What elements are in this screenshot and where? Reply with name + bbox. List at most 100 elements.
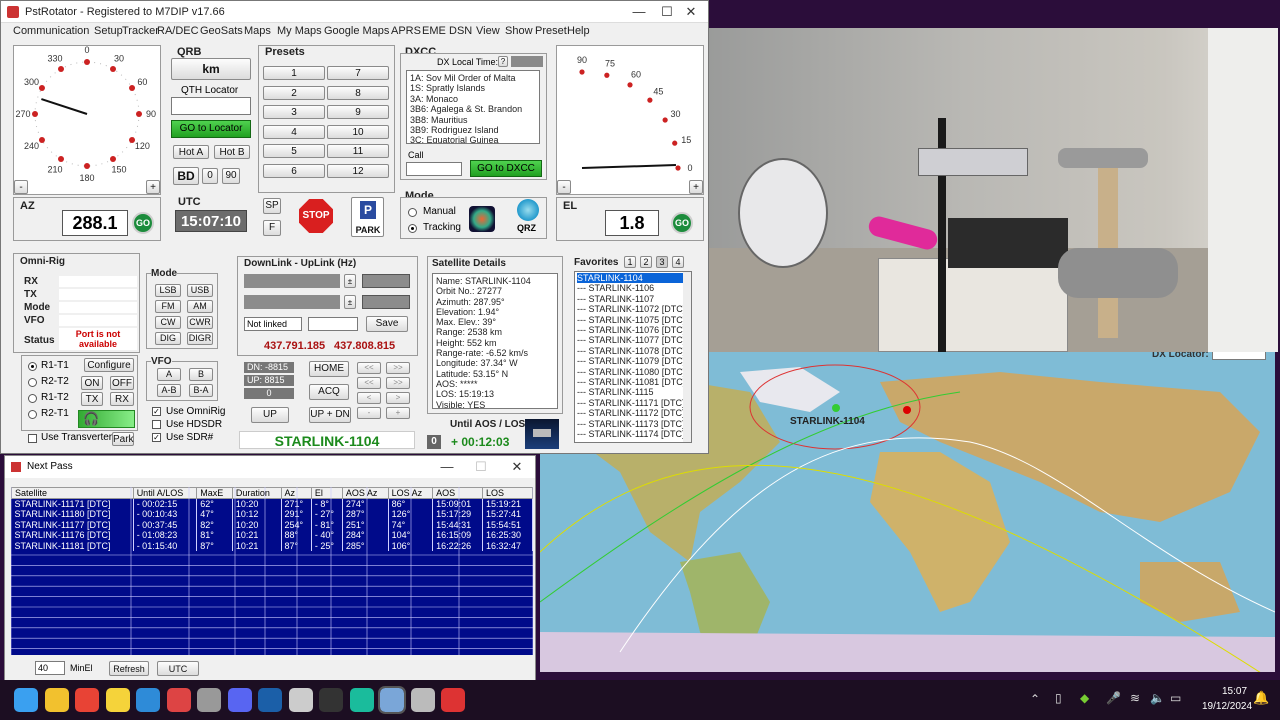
bd-0-button[interactable]: 0	[202, 168, 218, 184]
preset-3-button[interactable]: 3	[263, 105, 325, 119]
uplink-mode-select[interactable]	[362, 295, 410, 309]
favorites-item[interactable]: --- STARLINK-11072 [DTC]	[577, 304, 689, 314]
favorites-item[interactable]: --- STARLINK-11173 [DTC]	[577, 419, 689, 429]
arrow-pad-button[interactable]: <	[357, 392, 381, 404]
stop-button[interactable]: STOP	[299, 199, 333, 233]
mode-lsb-button[interactable]: LSB	[155, 284, 181, 297]
menu-aprs[interactable]: APRS	[391, 25, 421, 37]
clock-date[interactable]: 19/12/2024	[1202, 701, 1252, 712]
tray-chevron-icon[interactable]: ⌃	[1030, 692, 1040, 706]
utc-button[interactable]: UTC	[157, 661, 199, 676]
f-button[interactable]: F	[263, 220, 281, 236]
arrow-pad-button[interactable]: +	[386, 407, 410, 419]
use-sdr-checkbox[interactable]: ✓	[152, 433, 161, 442]
el-dial-plus[interactable]: +	[689, 180, 703, 194]
manual-radio[interactable]	[408, 208, 417, 217]
link-type-select[interactable]	[308, 317, 358, 331]
menu-show[interactable]: Show	[505, 25, 533, 37]
menu-geosats[interactable]: GeoSats	[200, 25, 243, 37]
dxcc-item[interactable]: 1A: Sov Mil Order of Malta	[410, 73, 536, 83]
up-dn-button[interactable]: UP + DN	[309, 407, 351, 423]
preset-10-button[interactable]: 10	[327, 124, 389, 139]
dx-time-help-button[interactable]: ?	[498, 56, 508, 67]
tray-usb-icon[interactable]: ▯	[1055, 691, 1062, 705]
rig-park-button[interactable]: Park	[112, 432, 134, 446]
battery-icon[interactable]: ▭	[1170, 691, 1181, 705]
vfo-b-a-button[interactable]: B-A	[189, 384, 213, 397]
preset-8-button[interactable]: 8	[327, 85, 389, 100]
notes-icon[interactable]	[105, 688, 130, 712]
app-icon-red[interactable]	[166, 688, 191, 712]
favorites-item[interactable]: --- STARLINK-11078 [DTC]	[577, 346, 689, 356]
sp-button[interactable]: SP	[263, 198, 281, 214]
favorites-item[interactable]: --- STARLINK-1115	[577, 387, 689, 397]
preset-2-button[interactable]: 2	[263, 85, 325, 100]
notification-bell-icon[interactable]: 🔔	[1253, 690, 1269, 706]
park-button[interactable]: P PARK	[351, 197, 384, 237]
rig-r1-t2-radio[interactable]	[28, 394, 37, 403]
menu-preset[interactable]: Preset	[535, 25, 567, 37]
dxcc-item[interactable]: 3A: Monaco	[410, 94, 536, 104]
favorites-item[interactable]: --- STARLINK-11174 [DTC]	[577, 429, 689, 439]
tray-app-icon[interactable]: ◆	[1080, 691, 1089, 705]
preset-7-button[interactable]: 7	[327, 66, 389, 80]
favorites-item[interactable]: --- STARLINK-11079 [DTC]	[577, 356, 689, 366]
minel-input[interactable]: 40	[35, 661, 65, 675]
dx-locator-field[interactable]	[1212, 352, 1266, 360]
rx-button[interactable]: RX	[110, 392, 134, 406]
monitor-icon[interactable]	[441, 688, 465, 712]
close-icon[interactable]: ✕	[677, 4, 705, 20]
favorites-tab-3[interactable]: 3	[656, 256, 668, 268]
dxcc-item[interactable]: 1S: Spratly Islands	[410, 83, 536, 93]
favorites-item[interactable]: --- STARLINK-11081 [DTC]	[577, 377, 689, 387]
preset-5-button[interactable]: 5	[263, 144, 325, 158]
favorites-item[interactable]: --- STARLINK-11075 [DTC]	[577, 315, 689, 325]
browser-icon[interactable]	[136, 688, 160, 712]
arrow-pad-button[interactable]: -	[357, 407, 381, 419]
minimize-icon[interactable]: —	[625, 4, 653, 20]
favorites-item[interactable]: --- STARLINK-11077 [DTC]	[577, 335, 689, 345]
preset-11-button[interactable]: 11	[327, 144, 389, 158]
arrow-pad-button[interactable]: >	[386, 392, 410, 404]
hot-b-button[interactable]: Hot B	[214, 145, 250, 159]
tray-mic-icon[interactable]: 🎤	[1106, 691, 1121, 705]
el-dial-minus[interactable]: -	[557, 180, 571, 194]
uplink-step[interactable]: ±	[344, 295, 356, 309]
menu-communication[interactable]: Communication	[13, 25, 89, 37]
vfo-b-button[interactable]: B	[189, 368, 213, 381]
rig-r1-t1-radio[interactable]	[28, 362, 37, 371]
mode-am-button[interactable]: AM	[187, 300, 213, 313]
configure-button[interactable]: Configure	[84, 358, 134, 372]
dxcc-item[interactable]: 3B8: Mauritius	[410, 115, 536, 125]
acq-button[interactable]: ACQ	[309, 384, 349, 400]
favorites-tab-4[interactable]: 4	[672, 256, 684, 268]
uplink-freq-field[interactable]	[244, 295, 340, 309]
menu-ra-dec[interactable]: RA/DEC	[157, 25, 199, 37]
qth-locator-input[interactable]	[171, 97, 251, 115]
link-mode-select[interactable]: Not linked	[244, 317, 302, 331]
discord-icon[interactable]	[227, 688, 252, 712]
globe-icon[interactable]	[469, 206, 495, 232]
preset-1-button[interactable]: 1	[263, 66, 325, 80]
qrz-icon[interactable]: QRZ	[513, 199, 543, 237]
az-go-button[interactable]: GO	[132, 212, 154, 234]
bd-90-button[interactable]: 90	[222, 168, 240, 184]
mode-dig-button[interactable]: DIG	[155, 332, 181, 345]
volume-icon[interactable]: 🔈	[1150, 691, 1165, 705]
refresh-button[interactable]: Refresh	[109, 661, 149, 676]
menu-maps[interactable]: Maps	[244, 25, 271, 37]
rig-r2-t1-radio[interactable]	[28, 410, 37, 419]
tracking-radio[interactable]	[408, 224, 417, 233]
mode-digr-button[interactable]: DIGR	[187, 332, 213, 345]
mode-cwr-button[interactable]: CWR	[187, 316, 213, 329]
call-input[interactable]	[406, 162, 462, 176]
favorites-item[interactable]: --- STARLINK-11076 [DTC]	[577, 325, 689, 335]
vfo-a-b-button[interactable]: A-B	[157, 384, 181, 397]
menu-help[interactable]: Help	[567, 25, 590, 37]
az-dial-plus[interactable]: +	[146, 180, 160, 194]
downlink-freq-field[interactable]	[244, 274, 340, 288]
save-button[interactable]: Save	[366, 316, 408, 332]
pstrotator-icon[interactable]	[378, 686, 406, 714]
arrow-pad-button[interactable]: <<	[357, 377, 381, 389]
arrow-pad-button[interactable]: >>	[386, 377, 410, 389]
